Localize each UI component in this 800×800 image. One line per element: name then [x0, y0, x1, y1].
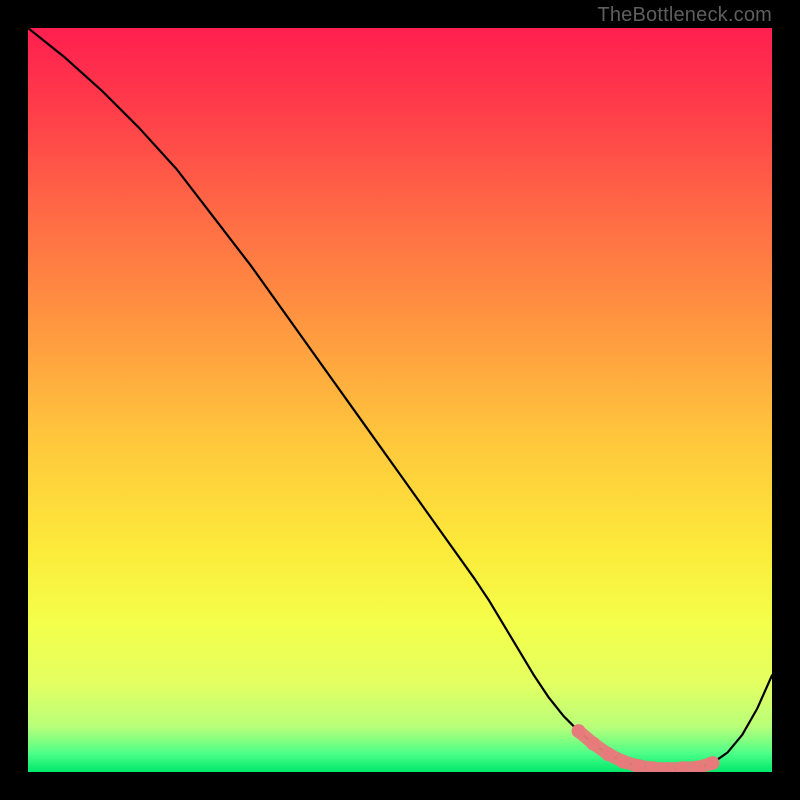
watermark-text: TheBottleneck.com: [597, 4, 772, 27]
chart-frame: TheBottleneck.com: [0, 0, 800, 800]
optimal-band-dot: [616, 755, 630, 769]
optimal-band-dot: [601, 747, 615, 761]
optimal-band-dot: [586, 737, 600, 751]
gradient-background: [28, 28, 772, 772]
optimal-band-dot: [705, 756, 719, 770]
chart-svg: [28, 28, 772, 772]
optimal-band-dot: [572, 724, 586, 738]
plot-area: [28, 28, 772, 772]
